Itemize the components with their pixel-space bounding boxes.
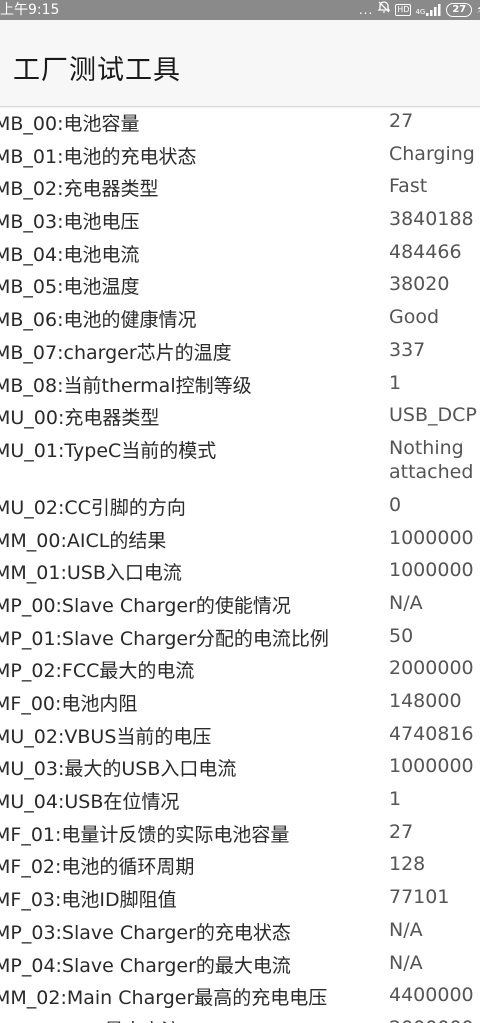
item-value: 1: [389, 371, 402, 394]
list-item: MU_03:最大的USB入口电流 1000000: [0, 751, 480, 784]
item-value: 1: [389, 788, 402, 811]
list-item: MU_02:CC引脚的方向 0: [0, 490, 480, 523]
item-label: MM_03:FCC最大电流: [0, 1016, 180, 1023]
item-value: Charging: [389, 142, 475, 165]
signal-icon: 4G: [415, 4, 442, 16]
item-label: MU_03:最大的USB入口电流: [0, 758, 237, 781]
list-item: MP_03:Slave Charger的充电状态 N/A: [0, 915, 480, 948]
list-item: MP_04:Slave Charger的最大电流 N/A: [0, 948, 480, 981]
item-value: 484466: [389, 240, 462, 263]
item-label: MU_02:CC引脚的方向: [0, 496, 186, 519]
item-value: USB_DCP: [389, 404, 477, 427]
item-label: MB_00:电池容量: [0, 113, 140, 135]
notification-dots-icon: ...: [358, 3, 374, 17]
alarm-off-icon: [377, 0, 391, 21]
item-label: MB_05:电池温度: [0, 276, 140, 299]
list-item: MB_06:电池的健康情况 Good: [0, 302, 480, 335]
item-value: N/A: [389, 951, 423, 974]
item-label: MB_02:充电器类型: [0, 178, 159, 201]
test-results-list[interactable]: MB_00:电池容量 27 MB_01:电池的充电状态 Charging MB_02:充…: [0, 106, 480, 1023]
item-value: Good: [389, 306, 440, 329]
list-item: MB_00:电池容量 27: [0, 106, 480, 139]
list-item: MM_01:USB入口电流 1000000: [0, 555, 480, 588]
item-label: MF_02:电池的循环周期: [0, 856, 195, 879]
list-item: MF_00:电池内阻 148000: [0, 686, 480, 719]
item-label: MB_01:电池的充电状态: [0, 145, 197, 168]
page-title: 工厂测试工具: [13, 55, 181, 86]
item-value: 128: [389, 853, 426, 876]
battery-icon: 27: [446, 3, 473, 17]
status-icons: ... HD 4G 27 ⚡: [359, 0, 480, 20]
item-label: MB_07:charger芯片的温度: [0, 341, 232, 364]
status-time: 上午9:15: [0, 2, 60, 18]
item-value: 77101: [389, 886, 450, 909]
item-value: Fast: [389, 175, 428, 198]
item-label: MM_01:USB入口电流: [0, 562, 182, 585]
list-item: MU_00:充电器类型 USB_DCP: [0, 400, 480, 433]
item-value: 2000000: [389, 1016, 474, 1023]
item-label: MB_03:电池电压: [0, 211, 140, 234]
item-value: N/A: [389, 918, 423, 941]
list-item: MU_02:VBUS当前的电压 4740816: [0, 719, 480, 752]
item-value: 0: [389, 493, 402, 516]
item-label: MP_03:Slave Charger的充电状态: [0, 921, 291, 944]
hd-voice-icon: HD: [395, 4, 412, 16]
item-value: 1000000: [389, 559, 474, 582]
item-value: 2000000: [389, 657, 474, 680]
item-label: MM_02:Main Charger最高的充电电压: [0, 987, 328, 1010]
list-item: MB_01:电池的充电状态 Charging: [0, 139, 480, 172]
item-label: MB_06:电池的健康情况: [0, 309, 197, 332]
item-label: MB_04:电池电流: [0, 243, 140, 266]
item-label: MF_03:电池ID脚阻值: [0, 889, 177, 912]
item-label: MU_02:VBUS当前的电压: [0, 725, 212, 748]
item-value: 27: [389, 110, 414, 132]
item-value: 148000: [389, 690, 462, 712]
item-label: MB_08:当前thermal控制等级: [0, 374, 252, 397]
list-item: MP_01:Slave Charger分配的电流比例 50: [0, 621, 480, 654]
list-item: MB_03:电池电压 3840188: [0, 204, 480, 237]
item-value: 27: [389, 820, 414, 843]
item-label: MP_00:Slave Charger的使能情况: [0, 594, 291, 617]
item-label: MF_01:电量计反馈的实际电池容量: [0, 823, 290, 846]
list-item: MP_02:FCC最大的电流 2000000: [0, 653, 480, 686]
item-label: MP_01:Slave Charger分配的电流比例: [0, 627, 329, 650]
list-item: MP_00:Slave Charger的使能情况 N/A: [0, 588, 480, 621]
app-bar: 工厂测试工具: [0, 20, 480, 107]
item-value: 3840188: [389, 208, 474, 231]
list-item: MB_04:电池电流 484466: [0, 237, 480, 270]
item-label: MU_04:USB在位情况: [0, 791, 180, 814]
item-value: 38020: [389, 273, 450, 296]
list-item: MU_04:USB在位情况 1: [0, 784, 480, 817]
item-label: MM_00:AICL的结果: [0, 529, 167, 552]
list-item: MB_02:充电器类型 Fast: [0, 171, 480, 204]
item-value: 4400000: [389, 984, 474, 1007]
item-value: 4740816: [389, 722, 474, 745]
item-label: MF_00:电池内阻: [0, 693, 138, 715]
list-item: MF_02:电池的循环周期 128: [0, 849, 480, 882]
status-bar: 上午9:15 ... HD 4G 27 ⚡: [0, 0, 480, 20]
item-label: MU_01:TypeC当前的模式: [0, 439, 217, 462]
list-item: MF_01:电量计反馈的实际电池容量 27: [0, 817, 480, 850]
item-label: MU_00:充电器类型: [0, 407, 160, 430]
item-label: MP_02:FCC最大的电流: [0, 660, 195, 683]
list-item: MF_03:电池ID脚阻值 77101: [0, 882, 480, 915]
item-value: 1000000: [389, 755, 474, 778]
item-label: MP_04:Slave Charger的最大电流: [0, 954, 291, 977]
network-type-label: 4G: [415, 8, 426, 16]
item-value: N/A: [389, 591, 423, 614]
list-item: MM_02:Main Charger最高的充电电压 4400000: [0, 980, 480, 1013]
list-item: MB_05:电池温度 38020: [0, 269, 480, 302]
list-item: MB_08:当前thermal控制等级 1: [0, 368, 480, 401]
list-item: MM_00:AICL的结果 1000000: [0, 523, 480, 556]
charging-bolt-icon: ⚡: [476, 0, 480, 20]
list-item: MU_01:TypeC当前的模式 Nothing attached: [0, 433, 480, 490]
item-value: 337: [389, 338, 426, 361]
item-value: 50: [389, 624, 414, 647]
item-value: 1000000: [389, 526, 474, 549]
list-item: MM_03:FCC最大电流 2000000: [0, 1013, 480, 1023]
list-item: MB_07:charger芯片的温度 337: [0, 335, 480, 368]
item-value: Nothing attached: [389, 436, 474, 483]
